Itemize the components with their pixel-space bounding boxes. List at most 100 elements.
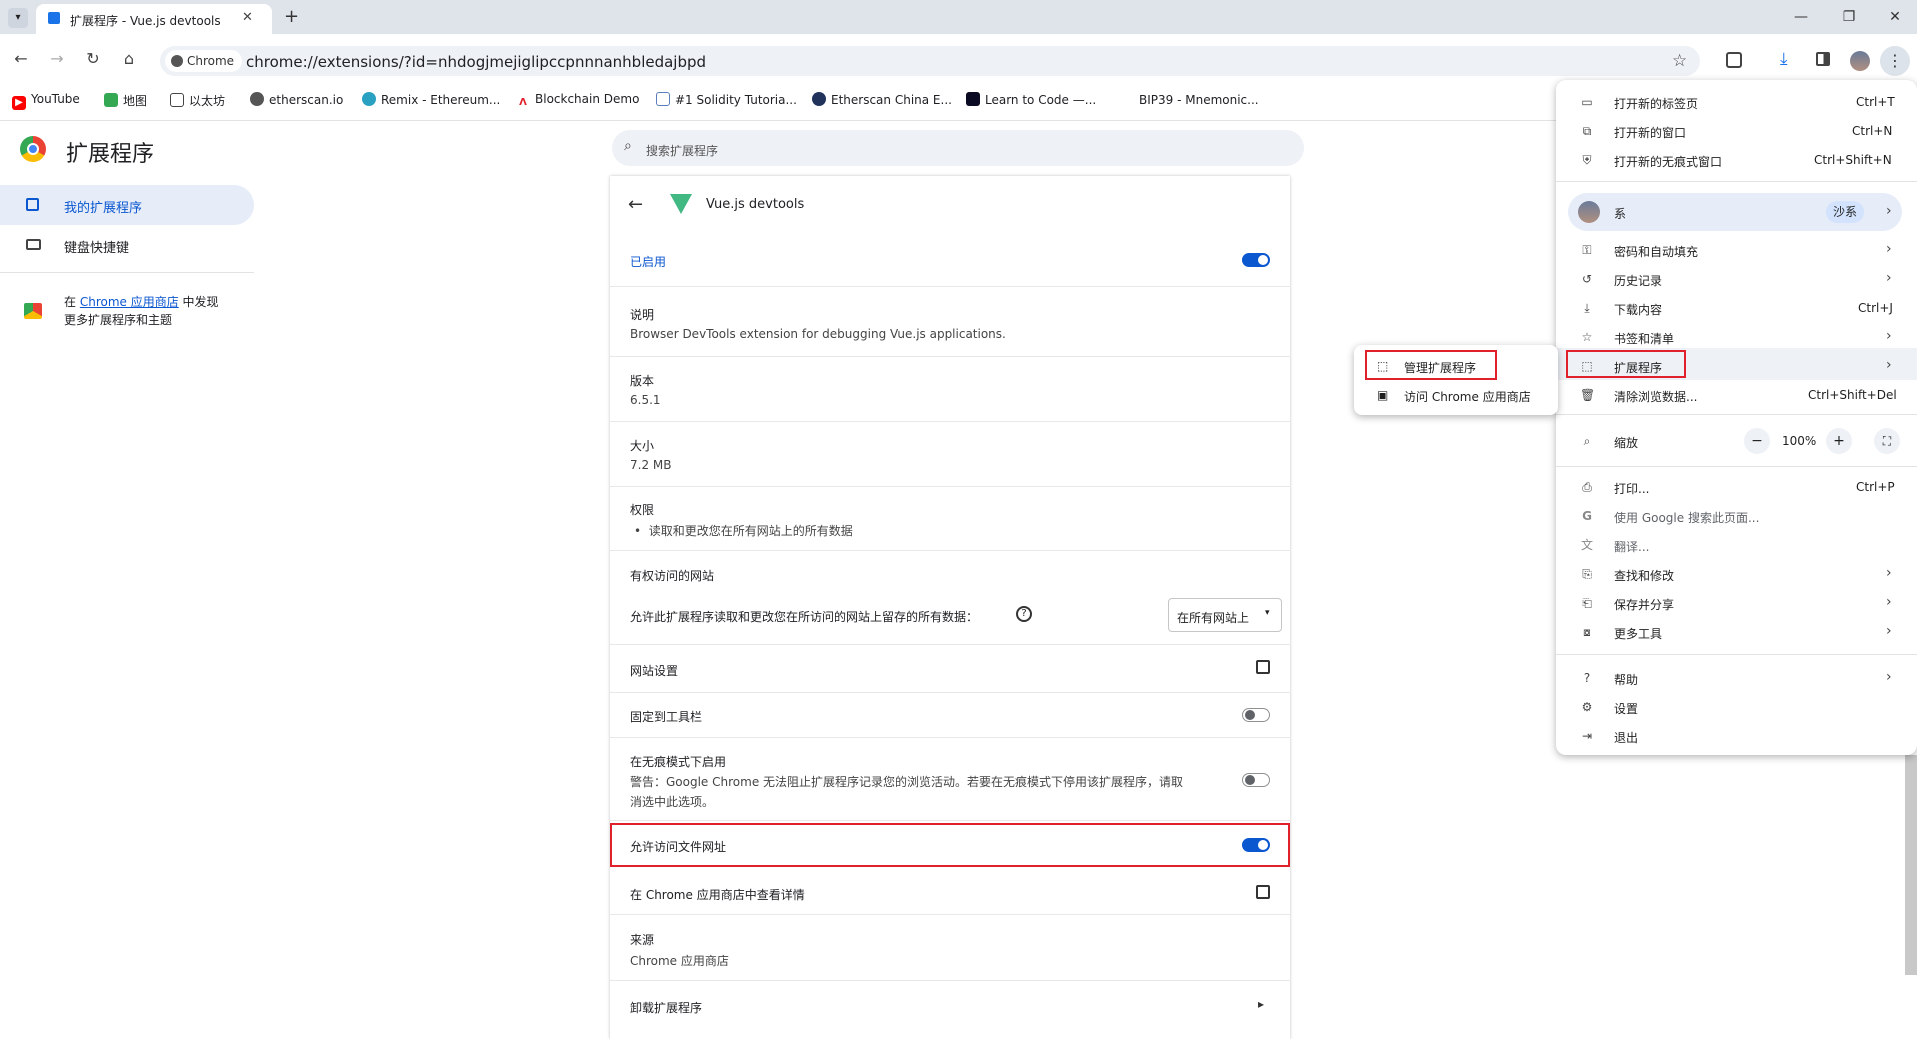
home-icon[interactable]: ⌂ <box>116 46 142 72</box>
bookmark-folder-ethereum[interactable]: 以太坊 <box>170 92 225 109</box>
enabled-toggle[interactable] <box>1242 253 1270 267</box>
bookmark-learn-to-code[interactable]: Learn to Code —... <box>966 92 1096 107</box>
menu-passwords[interactable]: 密码和自动填充 <box>1614 243 1698 260</box>
site-access-title: 有权访问的网站 <box>630 569 715 583</box>
bookmark-blockchain-demo[interactable]: Λ Blockchain Demo <box>516 92 639 110</box>
menu-help[interactable]: 帮助 <box>1614 671 1638 688</box>
bookmark-solidity[interactable]: #1 Solidity Tutoria... <box>656 92 797 107</box>
file-urls-toggle[interactable] <box>1242 838 1270 852</box>
bookmark-etherscan-china[interactable]: Etherscan China E... <box>812 92 952 107</box>
uninstall-label[interactable]: 卸载扩展程序 <box>630 999 702 1016</box>
zoom-in-button[interactable]: + <box>1826 428 1852 454</box>
menu-clear-data[interactable]: 清除浏览数据... <box>1614 388 1697 405</box>
menu-new-tab[interactable]: 打开新的标签页 <box>1614 95 1698 112</box>
toolbox-icon: ⧇ <box>1583 625 1591 639</box>
fullscreen-icon[interactable]: ⛶ <box>1874 428 1900 454</box>
download-icon: ⤓ <box>1584 301 1590 315</box>
tab-title: 扩展程序 - Vue.js devtools <box>70 14 221 28</box>
menu-find[interactable]: 查找和修改 <box>1614 567 1674 584</box>
menu-save-share[interactable]: 保存并分享 <box>1614 596 1674 613</box>
chevron-right-icon: › <box>1886 241 1892 257</box>
bookmark-remix[interactable]: Remix - Ethereum... <box>362 92 500 107</box>
site-settings-label[interactable]: 网站设置 <box>630 662 678 679</box>
bookmark-label: Learn to Code —... <box>985 93 1097 107</box>
translate-icon: 文 <box>1580 538 1593 552</box>
restore-button[interactable]: ❐ <box>1834 6 1864 28</box>
menu-more-tools[interactable]: 更多工具 <box>1614 625 1662 642</box>
open-external-icon[interactable] <box>1256 885 1270 899</box>
menu-extensions[interactable]: 扩展程序 <box>1614 359 1662 376</box>
extensions-puzzle-icon[interactable] <box>1726 52 1742 68</box>
vue-logo-icon <box>670 194 692 214</box>
store-details-label[interactable]: 在 Chrome 应用商店中查看详情 <box>630 886 805 903</box>
minimize-button[interactable]: — <box>1786 6 1816 28</box>
profile-name: 系 <box>1614 207 1627 221</box>
chevron-right-icon: › <box>1886 357 1892 373</box>
menu-new-incognito[interactable]: 打开新的无痕式窗口 <box>1614 153 1722 170</box>
chevron-right-icon: › <box>1886 270 1892 286</box>
promo-text: 在 <box>64 295 80 309</box>
google-icon: G <box>1582 509 1592 523</box>
help-icon: ? <box>1583 671 1591 685</box>
url-text[interactable]: chrome://extensions/?id=nhdogjmejiglipcc… <box>246 53 706 71</box>
bookmark-youtube[interactable]: ▶ YouTube <box>12 92 80 110</box>
submenu-manage-extensions[interactable]: 管理扩展程序 <box>1404 359 1476 376</box>
bip39-icon <box>1120 92 1134 106</box>
web-store-link[interactable]: Chrome 应用商店 <box>80 295 179 309</box>
bookmark-maps[interactable]: 地图 <box>104 92 147 109</box>
new-tab-button[interactable]: + <box>284 6 299 27</box>
divider <box>610 421 1290 422</box>
bookmark-star-icon[interactable]: ☆ <box>1672 51 1687 71</box>
pin-toolbar-toggle[interactable] <box>1242 708 1270 722</box>
scrollbar[interactable] <box>1905 755 1917 975</box>
extension-puzzle-icon <box>26 198 39 211</box>
forward-arrow-icon[interactable]: → <box>44 46 70 72</box>
side-panel-icon[interactable] <box>1816 52 1830 66</box>
chevron-right-icon: › <box>1886 565 1892 581</box>
open-external-icon[interactable] <box>1256 660 1270 674</box>
incognito-toggle[interactable] <box>1242 773 1270 787</box>
bookmark-label: 以太坊 <box>189 94 226 108</box>
enabled-label: 已启用 <box>630 255 667 269</box>
menu-shortcut: Ctrl+T <box>1856 95 1895 109</box>
download-icon[interactable]: ⤓ <box>1780 49 1788 69</box>
chevron-down-icon: ▾ <box>1265 608 1270 618</box>
tab-search-button[interactable]: ▾ <box>8 8 28 28</box>
profile-avatar[interactable] <box>1850 51 1870 71</box>
menu-exit[interactable]: 退出 <box>1614 729 1638 746</box>
menu-history[interactable]: 历史记录 <box>1614 272 1662 289</box>
permission-text: 读取和更改您在所有网站上的所有数据 <box>648 524 853 538</box>
divider <box>610 820 1290 821</box>
chevron-right-icon: › <box>1886 594 1892 610</box>
close-window-button[interactable]: ✕ <box>1880 6 1910 28</box>
submenu-visit-store[interactable]: 访问 Chrome 应用商店 <box>1404 388 1531 405</box>
key-icon: ⚿ <box>1582 243 1592 257</box>
site-info-chip[interactable]: Chrome <box>165 50 243 72</box>
menu-settings[interactable]: 设置 <box>1614 700 1638 717</box>
chevron-right-icon[interactable]: ▸ <box>1258 997 1264 1011</box>
zoom-out-button[interactable]: − <box>1744 428 1770 454</box>
active-tab[interactable]: 扩展程序 - Vue.js devtools ✕ <box>36 4 272 34</box>
menu-print[interactable]: 打印... <box>1614 480 1649 497</box>
bookmark-label: Remix - Ethereum... <box>381 93 501 107</box>
bookmark-bip39[interactable]: BIP39 - Mnemonic... <box>1120 92 1259 107</box>
menu-downloads[interactable]: 下载内容 <box>1614 301 1662 318</box>
help-icon[interactable]: ? <box>1016 606 1032 622</box>
close-tab-icon[interactable]: ✕ <box>242 10 253 25</box>
reload-icon[interactable]: ↻ <box>80 46 106 72</box>
new-tab-icon: ▭ <box>1581 95 1593 109</box>
menu-shortcut: Ctrl+J <box>1858 301 1893 315</box>
bookmark-etherscan[interactable]: etherscan.io <box>250 92 343 107</box>
menu-bookmarks[interactable]: 书签和清单 <box>1614 330 1674 347</box>
menu-divider <box>1556 654 1917 655</box>
menu-google-search[interactable]: 使用 Google 搜索此页面... <box>1614 509 1759 526</box>
sidebar-item-keyboard-shortcuts[interactable]: 键盘快捷键 <box>64 237 129 256</box>
menu-translate[interactable]: 翻译... <box>1614 538 1649 555</box>
bookmark-label: Etherscan China E... <box>831 93 952 107</box>
menu-new-window[interactable]: 打开新的窗口 <box>1614 124 1686 141</box>
back-arrow-icon[interactable]: ← <box>628 194 643 215</box>
sidebar-item-label: 我的扩展程序 <box>64 201 143 216</box>
site-access-select[interactable]: 在所有网站上 ▾ <box>1168 598 1282 632</box>
back-arrow-icon[interactable]: ← <box>8 46 34 72</box>
kebab-menu-icon[interactable]: ⋮ <box>1880 46 1910 76</box>
